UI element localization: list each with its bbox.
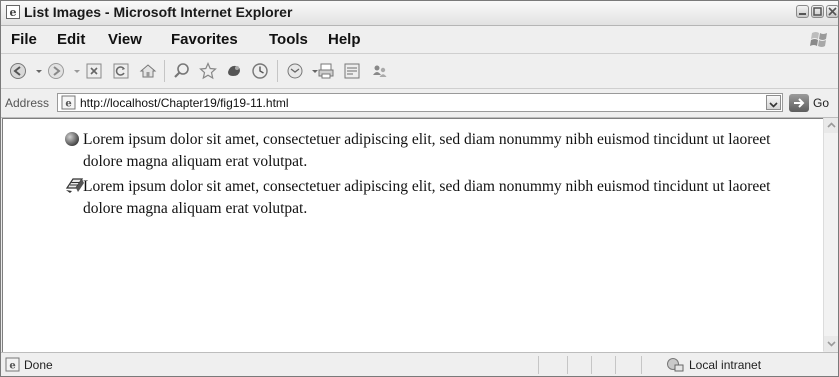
mail-button[interactable] <box>286 62 304 80</box>
menu-edit[interactable]: Edit <box>57 31 85 48</box>
chevron-down-icon <box>827 341 836 347</box>
history-button[interactable] <box>251 62 269 80</box>
chevron-down-icon <box>769 102 778 108</box>
windows-logo-icon <box>810 32 827 47</box>
stop-button[interactable] <box>85 62 103 80</box>
status-divider <box>641 356 642 374</box>
back-dropdown-icon[interactable] <box>30 62 42 80</box>
minimize-icon <box>799 13 806 15</box>
home-icon <box>139 64 157 78</box>
back-icon <box>10 63 26 79</box>
go-label[interactable]: Go <box>813 96 829 110</box>
status-divider <box>567 356 568 374</box>
home-button[interactable] <box>139 62 157 80</box>
menu-file[interactable]: File <box>11 31 37 48</box>
title-bar: e List Images - Microsoft Internet Explo… <box>1 1 838 26</box>
media-icon <box>228 65 240 76</box>
close-button[interactable] <box>826 5 838 18</box>
page-icon: e <box>61 95 76 110</box>
toolbar-separator <box>277 60 278 82</box>
edit-icon <box>344 63 360 79</box>
history-icon <box>252 63 268 79</box>
refresh-button[interactable] <box>112 62 130 80</box>
toolbar-separator <box>164 60 165 82</box>
forward-dropdown-icon[interactable] <box>68 62 80 80</box>
circle-bullet-icon <box>65 132 79 146</box>
status-divider <box>591 356 592 374</box>
back-button[interactable] <box>9 62 27 80</box>
local-intranet-icon <box>667 358 684 372</box>
address-bar: Address e http://localhost/Chapter19/fig… <box>1 89 838 118</box>
menu-help[interactable]: Help <box>328 31 361 48</box>
address-label: Address <box>5 96 50 110</box>
refresh-icon <box>113 63 129 79</box>
print-button[interactable] <box>317 62 335 80</box>
scroll-down-button[interactable] <box>824 336 838 351</box>
favorites-button[interactable] <box>199 62 217 80</box>
search-button[interactable] <box>173 62 191 80</box>
toolbar <box>1 54 838 89</box>
minimize-button[interactable] <box>796 5 809 18</box>
menu-favorites[interactable]: Favorites <box>171 31 238 48</box>
messenger-button[interactable] <box>371 62 389 80</box>
scroll-up-button[interactable] <box>824 118 838 133</box>
status-bar: e Done Local intranet <box>1 352 838 376</box>
mail-icon <box>287 63 303 79</box>
svg-text:e: e <box>9 361 15 372</box>
status-divider <box>615 356 616 374</box>
address-dropdown-button[interactable] <box>766 95 781 110</box>
favorites-icon <box>199 62 217 80</box>
address-input[interactable]: e http://localhost/Chapter19/fig19-11.ht… <box>57 93 783 112</box>
browser-window: e List Images - Microsoft Internet Explo… <box>0 0 839 377</box>
edit-button[interactable] <box>343 62 361 80</box>
go-arrow-icon <box>794 98 805 108</box>
svg-text:e: e <box>65 99 71 110</box>
chevron-up-icon <box>827 122 836 128</box>
security-zone-text: Local intranet <box>689 358 762 372</box>
media-button[interactable] <box>225 62 243 80</box>
close-icon <box>828 7 837 16</box>
menu-bar: File Edit View Favorites Tools Help <box>1 26 838 54</box>
address-url: http://localhost/Chapter19/fig19-11.html <box>80 96 289 110</box>
status-text: Done <box>24 358 53 372</box>
menu-tools[interactable]: Tools <box>269 31 308 48</box>
menu-view[interactable]: View <box>108 31 142 48</box>
mail-dropdown-icon[interactable] <box>306 62 318 80</box>
window-title: List Images - Microsoft Internet Explore… <box>24 4 293 20</box>
page-done-icon: e <box>5 357 20 372</box>
print-icon <box>318 63 334 79</box>
vertical-scrollbar[interactable] <box>823 118 838 351</box>
ie-icon: e <box>6 5 20 19</box>
list-item: Lorem ipsum dolor sit amet, consectetuer… <box>83 131 771 170</box>
forward-icon <box>48 63 64 79</box>
maximize-button[interactable] <box>811 5 824 18</box>
list-item: Lorem ipsum dolor sit amet, consectetuer… <box>83 178 771 217</box>
stop-icon <box>86 63 102 79</box>
messenger-icon <box>373 65 387 77</box>
status-divider <box>538 356 539 374</box>
svg-text:e: e <box>10 6 17 19</box>
maximize-icon <box>813 7 822 16</box>
go-button[interactable] <box>789 94 809 112</box>
search-icon <box>174 63 189 78</box>
page-content: Lorem ipsum dolor sit amet, consectetuer… <box>2 118 823 352</box>
forward-button[interactable] <box>47 62 65 80</box>
